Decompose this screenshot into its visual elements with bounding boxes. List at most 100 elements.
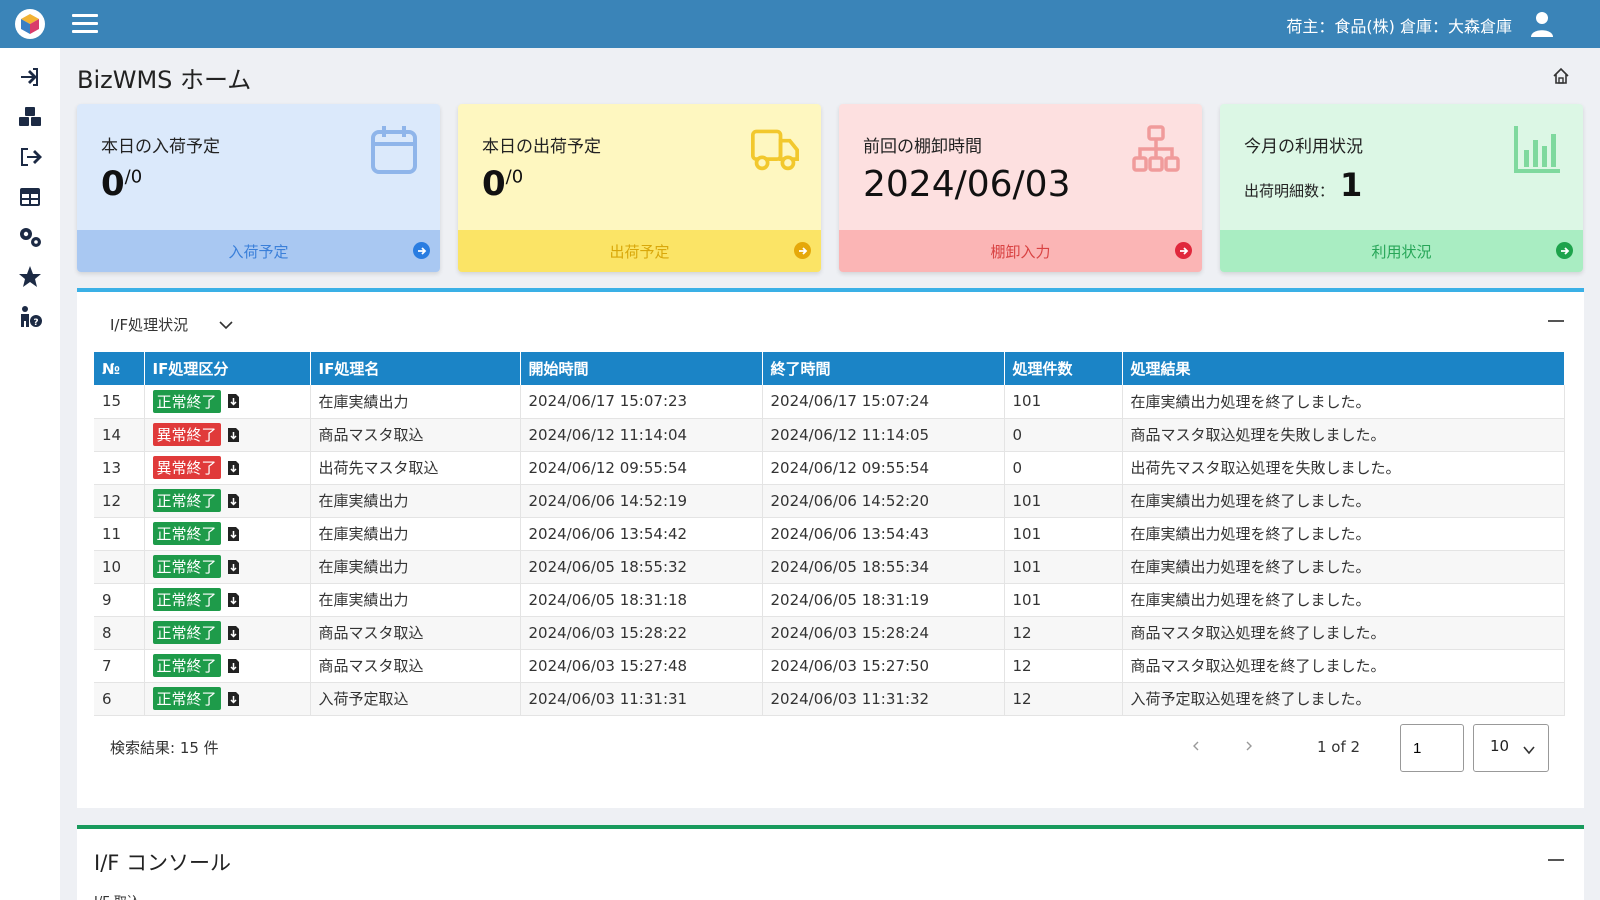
user-icon[interactable] (1528, 10, 1556, 38)
cell-result: 商品マスタ取込処理を終了しました。 (1122, 649, 1565, 683)
usage-detail: 出荷明細数： 1 (1244, 166, 1363, 204)
cell-status: 異常終了 (144, 451, 311, 485)
file-download-icon[interactable] (227, 493, 240, 509)
file-download-icon[interactable] (227, 658, 240, 674)
cell-count: 12 (1004, 682, 1123, 716)
sidebar-item-favorites[interactable] (17, 265, 43, 289)
sidebar-item-logout[interactable] (17, 145, 43, 169)
outbound-link[interactable]: 出荷予定 (458, 230, 821, 272)
collapse-console-button[interactable] (1548, 859, 1564, 861)
table-row[interactable]: 11 正常終了 在庫実績出力 2024/06/06 13:54:42 2024/06/0… (94, 517, 1565, 551)
cell-start-time: 2024/06/17 15:07:23 (520, 385, 763, 419)
col-if-type[interactable]: IF処理区分 (144, 352, 311, 385)
file-download-icon[interactable] (227, 625, 240, 641)
card-inventory-date: 2024/06/03 (863, 164, 1071, 205)
file-download-icon[interactable] (227, 592, 240, 608)
cell-result: 商品マスタ取込処理を終了しました。 (1122, 616, 1565, 650)
col-no[interactable]: № (94, 352, 145, 385)
cell-no: 8 (94, 616, 145, 650)
per-page-select[interactable]: 10 (1473, 724, 1549, 772)
cell-result: 入荷予定取込処理を終了しました。 (1122, 682, 1565, 716)
card-usage: 今月の利用状況 出荷明細数： 1 利用状況 (1220, 104, 1583, 272)
chevron-down-icon (1523, 746, 1535, 755)
cell-no: 11 (94, 517, 145, 551)
table-row[interactable]: 13 異常終了 出荷先マスタ取込 2024/06/12 09:55:54 2024/06… (94, 451, 1565, 485)
sidebar-item-table[interactable] (17, 185, 43, 209)
sidebar-item-settings[interactable] (17, 225, 43, 249)
arrow-right-icon (1556, 242, 1573, 259)
sidebar-item-login[interactable] (17, 65, 43, 89)
collapse-panel-button[interactable] (1548, 320, 1564, 322)
sidebar-item-inventory[interactable] (17, 105, 43, 129)
user-help-icon: ? (21, 306, 42, 328)
arrow-right-icon (1175, 242, 1192, 259)
cell-no: 13 (94, 451, 145, 485)
table-row[interactable]: 10 正常終了 在庫実績出力 2024/06/05 18:55:32 2024/06/0… (94, 550, 1565, 584)
cell-end-time: 2024/06/05 18:31:19 (762, 583, 1005, 617)
truck-icon (751, 129, 799, 171)
col-end-time[interactable]: 終了時間 (762, 352, 1005, 385)
status-badge: 正常終了 (152, 687, 221, 710)
owner-warehouse-info: 荷主：食品(株) 倉庫：大森倉庫 (1286, 17, 1512, 36)
inbound-link[interactable]: 入荷予定 (77, 230, 440, 272)
card-outbound-value: 0/0 (482, 164, 524, 204)
table-row[interactable]: 12 正常終了 在庫実績出力 2024/06/06 14:52:19 2024/06/0… (94, 484, 1565, 518)
table-row[interactable]: 15 正常終了 在庫実績出力 2024/06/17 15:07:23 2024/06/1… (94, 385, 1565, 419)
file-download-icon[interactable] (227, 427, 240, 443)
table-header-row: № IF処理区分 IF処理名 開始時間 終了時間 処理件数 処理結果 (94, 352, 1565, 385)
card-inbound-value: 0/0 (101, 164, 143, 204)
file-download-icon[interactable] (227, 526, 240, 542)
cell-start-time: 2024/06/03 11:31:31 (520, 682, 763, 716)
if-status-dropdown[interactable]: I/F処理状況 (110, 314, 234, 335)
if-console-panel: I/F コンソール I/F 取込 (77, 825, 1584, 900)
table-icon (20, 188, 40, 206)
cell-start-time: 2024/06/06 14:52:19 (520, 484, 763, 518)
file-download-icon[interactable] (227, 559, 240, 575)
app-logo[interactable] (15, 9, 45, 39)
cell-no: 9 (94, 583, 145, 617)
cell-status: 正常終了 (144, 550, 311, 584)
cell-result: 出荷先マスタ取込処理を失敗しました。 (1122, 451, 1565, 485)
cell-start-time: 2024/06/12 09:55:54 (520, 451, 763, 485)
cube-logo-icon (21, 14, 39, 34)
status-badge: 正常終了 (152, 654, 221, 677)
home-icon[interactable] (1552, 67, 1570, 85)
menu-toggle-button[interactable] (72, 14, 98, 34)
table-row[interactable]: 7 正常終了 商品マスタ取込 2024/06/03 15:27:48 2024/06/0… (94, 649, 1565, 683)
cell-if-name: 在庫実績出力 (310, 550, 521, 584)
arrow-right-icon (794, 242, 811, 259)
card-usage-label: 今月の利用状況 (1244, 137, 1363, 157)
cell-if-name: 在庫実績出力 (310, 385, 521, 419)
cell-result: 在庫実績出力処理を終了しました。 (1122, 484, 1565, 518)
sidebar-item-help[interactable]: ? (17, 305, 43, 329)
cell-end-time: 2024/06/12 11:14:05 (762, 418, 1005, 452)
file-download-icon[interactable] (227, 460, 240, 476)
chevron-down-icon (219, 320, 233, 329)
file-download-icon[interactable] (227, 691, 240, 707)
card-outbound: 本日の出荷予定 0/0 出荷予定 (458, 104, 821, 272)
file-download-icon[interactable] (227, 393, 240, 409)
table-row[interactable]: 14 異常終了 商品マスタ取込 2024/06/12 11:14:04 2024/06/… (94, 418, 1565, 452)
cell-result: 在庫実績出力処理を終了しました。 (1122, 583, 1565, 617)
boxes-icon (19, 107, 41, 126)
table-row[interactable]: 8 正常終了 商品マスタ取込 2024/06/03 15:28:22 2024/06/0… (94, 616, 1565, 650)
cell-end-time: 2024/06/05 18:55:34 (762, 550, 1005, 584)
col-count[interactable]: 処理件数 (1004, 352, 1123, 385)
arrow-right-icon (413, 242, 430, 259)
cell-result: 在庫実績出力処理を終了しました。 (1122, 517, 1565, 551)
cell-count: 101 (1004, 550, 1123, 584)
usage-link[interactable]: 利用状況 (1220, 230, 1583, 272)
cell-if-name: 在庫実績出力 (310, 484, 521, 518)
cell-no: 14 (94, 418, 145, 452)
inventory-input-link[interactable]: 棚卸入力 (839, 230, 1202, 272)
table-row[interactable]: 6 正常終了 入荷予定取込 2024/06/03 11:31:31 2024/06/03… (94, 682, 1565, 716)
chevron-right-icon[interactable] (1243, 738, 1255, 754)
col-result[interactable]: 処理結果 (1122, 352, 1565, 385)
col-start-time[interactable]: 開始時間 (520, 352, 763, 385)
col-if-name[interactable]: IF処理名 (310, 352, 521, 385)
status-badge: 正常終了 (152, 555, 221, 578)
card-inbound-label: 本日の入荷予定 (101, 137, 220, 157)
chevron-left-icon[interactable] (1190, 738, 1202, 754)
page-number-input[interactable] (1400, 724, 1464, 772)
table-row[interactable]: 9 正常終了 在庫実績出力 2024/06/05 18:31:18 2024/06/05… (94, 583, 1565, 617)
